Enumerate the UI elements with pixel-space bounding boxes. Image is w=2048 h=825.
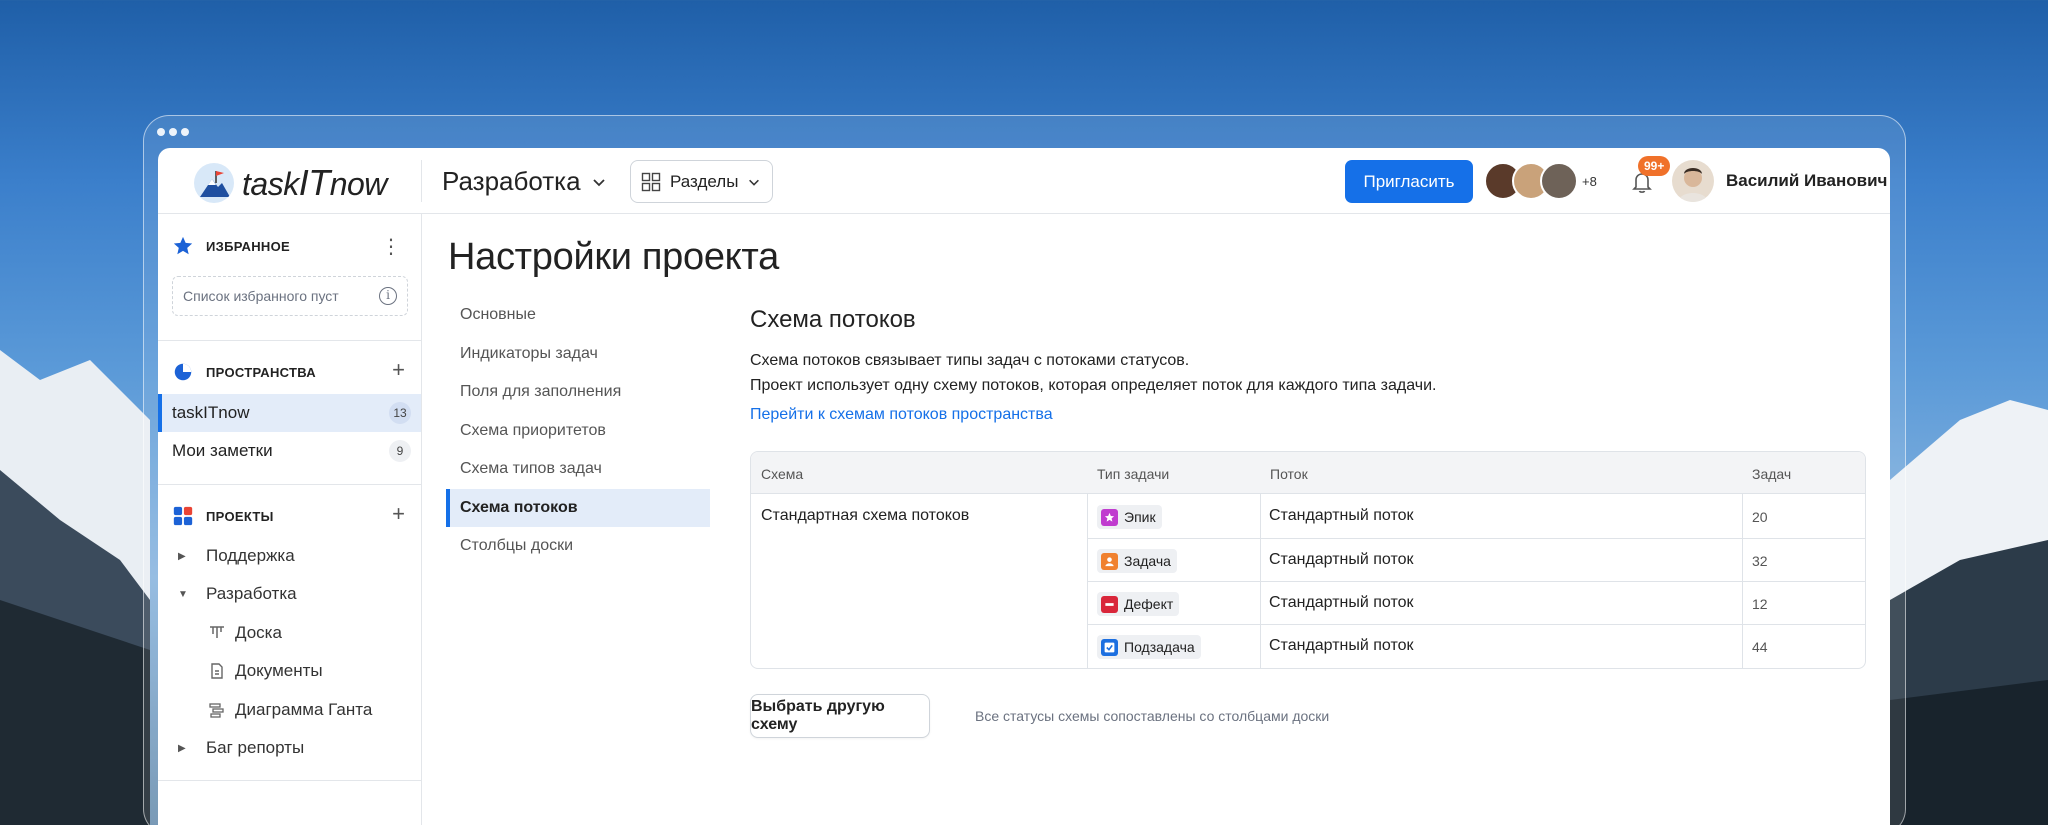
column-header-scheme: Схема [761,466,804,482]
check-icon [1101,638,1118,656]
projects-header: ПРОЕКТЫ [172,505,274,527]
board-icon [210,626,224,638]
task-type-chip: Дефект [1097,592,1180,616]
sidebar-item-notes[interactable]: Мои заметки 9 [158,432,421,470]
invite-button[interactable]: Пригласить [1345,160,1473,203]
notifications-badge: 99+ [1638,156,1671,176]
minus-icon [1101,595,1118,613]
settings-nav: Основные Индикаторы задач Поля для запол… [446,296,710,566]
logo-icon [194,163,234,203]
app-window: taskITnow Разработка Разделы Пригласить … [158,148,1890,825]
flow-name[interactable]: Стандартный поток [1269,551,1414,569]
table-row: Подзадача Стандартный поток 44 [1087,624,1865,667]
flow-name[interactable]: Стандартный поток [1269,507,1414,525]
column-header-type: Тип задачи [1097,466,1170,482]
member-avatars[interactable] [1484,162,1578,200]
sidebar-item-taskitnow[interactable]: taskITnow 13 [158,394,421,432]
sidebar-item-support[interactable]: ▶ Поддержка [158,537,421,575]
top-bar: taskITnow Разработка Разделы Пригласить … [158,148,1890,214]
scheme-name[interactable]: Стандартная схема потоков [761,507,969,525]
apps-icon [173,506,193,526]
user-name: Василий Иванович [1726,171,1888,190]
project-selector[interactable]: Разработка [442,166,607,197]
divider [158,484,422,485]
info-icon[interactable]: i [379,287,397,305]
task-count: 44 [1752,639,1768,655]
project-name: Разработка [442,166,581,196]
sidebar: ИЗБРАННОЕ ⋮ Список избранного пуст i ПРО… [158,214,422,825]
task-count: 32 [1752,553,1768,569]
table-row: Эпик Стандартный поток 20 [1087,495,1865,538]
caret-down-icon[interactable]: ▼ [178,589,188,600]
favorites-more-icon[interactable]: ⋮ [381,234,401,259]
tab-fields[interactable]: Поля для заполнения [446,373,710,412]
page-title: Настройки проекта [448,236,779,278]
avatar [1540,162,1578,200]
grid-icon [641,172,661,191]
add-space-button[interactable]: + [392,357,405,383]
person-icon [1101,552,1118,570]
spaces-header: ПРОСТРАНСТВА [172,361,316,383]
divider [421,160,422,202]
task-type-chip: Задача [1097,549,1177,573]
gantt-icon [209,703,224,718]
sections-button[interactable]: Разделы [630,160,773,203]
sidebar-item-board[interactable]: Доска [158,614,421,652]
members-more-count[interactable]: +8 [1582,174,1597,189]
add-project-button[interactable]: + [392,501,405,527]
caret-right-icon[interactable]: ▶ [178,551,186,562]
table-header: Схема Тип задачи Поток Задач [751,452,1865,494]
document-icon [211,663,223,679]
divider [158,780,422,781]
window-dots [157,128,189,136]
tab-task-indicators[interactable]: Индикаторы задач [446,335,710,374]
tab-priority-scheme[interactable]: Схема приоритетов [446,412,710,451]
section-title: Схема потоков [750,306,916,333]
tab-board-columns[interactable]: Столбцы доски [446,527,710,566]
task-count: 12 [1752,596,1768,612]
sidebar-item-bug-reports[interactable]: ▶ Баг репорты [158,729,421,767]
logo[interactable]: taskITnow [194,162,387,204]
tab-task-type-scheme[interactable]: Схема типов задач [446,450,710,489]
task-type-chip: Эпик [1097,505,1162,529]
task-count: 20 [1752,509,1768,525]
flow-name[interactable]: Стандартный поток [1269,637,1414,655]
sidebar-item-documents[interactable]: Документы [158,652,421,690]
hint-text: Все статусы схемы сопоставлены со столбц… [975,708,1330,724]
space-schemes-link[interactable]: Перейти к схемам потоков пространства [750,406,1053,424]
column-header-flow: Поток [1270,466,1308,482]
workflow-table: Схема Тип задачи Поток Задач Стандартная… [750,451,1866,669]
pie-chart-icon [174,363,192,381]
task-type-chip: Подзадача [1097,635,1201,659]
flow-name[interactable]: Стандартный поток [1269,594,1414,612]
column-header-tasks: Задач [1752,466,1792,482]
favorites-header: ИЗБРАННОЕ [172,235,290,257]
chevron-down-icon [592,178,605,186]
star-icon [1101,508,1118,526]
divider [158,340,422,341]
star-icon [173,236,193,255]
choose-scheme-button[interactable]: Выбрать другую схему [750,694,930,738]
sections-label: Разделы [670,171,739,191]
avatar [1672,160,1714,202]
caret-right-icon[interactable]: ▶ [178,743,186,754]
table-row: Задача Стандартный поток 32 [1087,538,1865,581]
tab-workflow-scheme[interactable]: Схема потоков [446,488,710,527]
tab-general[interactable]: Основные [446,296,710,335]
user-menu[interactable]: Василий Иванович [1672,160,1887,202]
chevron-down-icon [749,179,760,186]
count-badge: 9 [389,440,411,462]
sidebar-item-gantt[interactable]: Диаграмма Ганта [158,691,421,729]
sidebar-item-development[interactable]: ▼ Разработка [158,575,421,613]
table-row: Дефект Стандартный поток 12 [1087,581,1865,624]
section-description: Схема потоков связывает типы задач с пот… [750,352,1437,394]
logo-text: taskITnow [242,162,387,203]
count-badge: 13 [389,402,411,424]
favorites-empty: Список избранного пуст i [172,276,408,316]
